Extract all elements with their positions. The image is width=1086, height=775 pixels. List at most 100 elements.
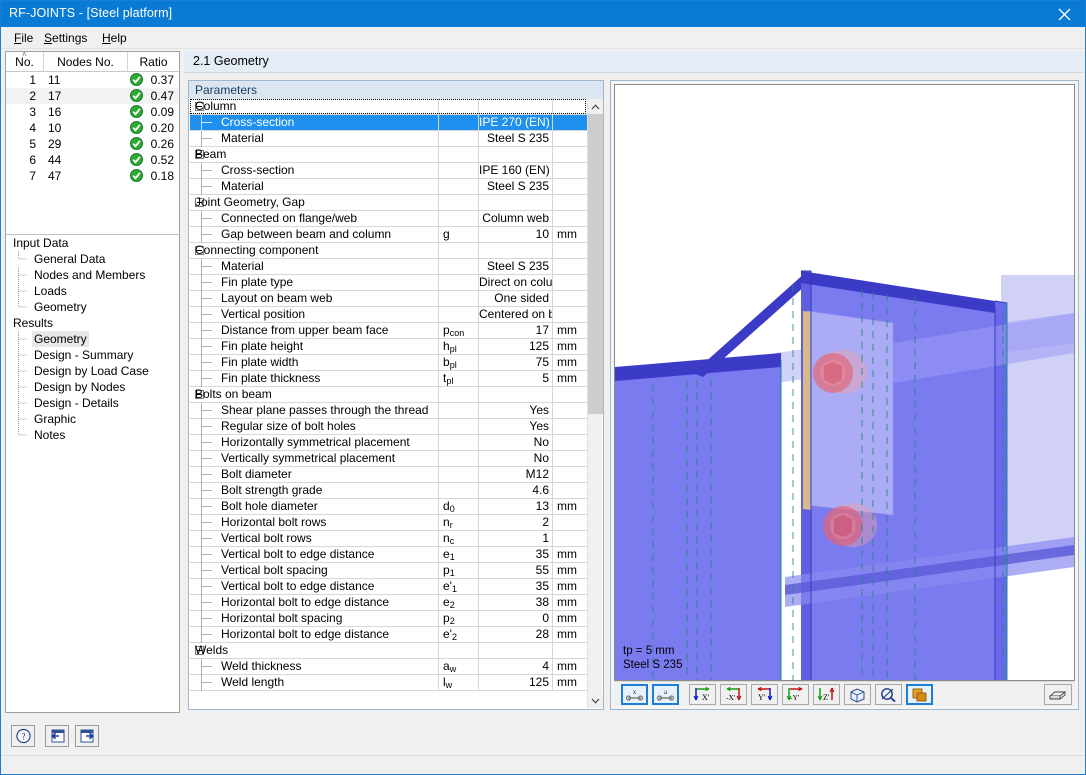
parameters-scrollbar[interactable] xyxy=(587,99,603,708)
tree-item-results[interactable]: Results xyxy=(6,315,179,331)
right-panel: 2.1 Geometry Parameters Column Cross-sect… xyxy=(184,51,1083,713)
view-negative-x-axis-button[interactable]: -X' xyxy=(720,684,747,705)
parameter-row[interactable]: Distance from upper beam face pcon 17 mm xyxy=(190,323,587,339)
table-row[interactable]: 7 47 0.18 xyxy=(6,168,179,184)
table-row[interactable]: 1 11 0.37 xyxy=(6,72,179,88)
show-dimension-a-button[interactable]: a xyxy=(652,684,679,705)
parameter-symbol xyxy=(439,467,479,482)
next-button[interactable] xyxy=(75,725,99,747)
parameter-group-row[interactable]: Welds xyxy=(190,643,587,659)
parameter-row[interactable]: Fin plate thickness tpl 5 mm xyxy=(190,371,587,387)
column-header-ratio[interactable]: Ratio xyxy=(128,52,179,71)
parameter-row[interactable]: Bolt strength grade 4.6 xyxy=(190,483,587,499)
show-dimension-x-button[interactable]: x xyxy=(621,684,648,705)
parameter-row[interactable]: Material Steel S 235 xyxy=(190,259,587,275)
parameter-name: Beam xyxy=(190,147,439,162)
status-ok-icon xyxy=(130,137,143,150)
cell-node: 16 xyxy=(48,105,62,119)
tree-item-general-data[interactable]: General Data xyxy=(6,251,179,267)
print-button[interactable] xyxy=(1044,684,1072,705)
tree-item-design-summary[interactable]: Design - Summary xyxy=(6,347,179,363)
parameter-group-row[interactable]: Joint Geometry, Gap xyxy=(190,195,587,211)
parameter-row[interactable]: Horizontal bolt to edge distance e2 38 mm xyxy=(190,595,587,611)
parameter-group-row[interactable]: Beam xyxy=(190,147,587,163)
isometric-view-button[interactable] xyxy=(844,684,871,705)
parameter-symbol xyxy=(439,307,479,322)
cell-node: 47 xyxy=(48,169,62,183)
parameter-row[interactable]: Vertical bolt spacing p1 55 mm xyxy=(190,563,587,579)
help-button[interactable]: ? xyxy=(11,725,35,747)
graphics-viewport[interactable]: tp = 5 mm Steel S 235 xyxy=(614,84,1075,681)
view-x-axis-button[interactable]: X' xyxy=(689,684,716,705)
parameter-row[interactable]: Shear plane passes through the thread Yes xyxy=(190,403,587,419)
zoom-all-button[interactable] xyxy=(875,684,902,705)
parameter-row[interactable]: Gap between beam and column g 10 mm xyxy=(190,227,587,243)
parameter-group-row[interactable]: Connecting component xyxy=(190,243,587,259)
scroll-up-button[interactable] xyxy=(588,99,603,114)
parameter-name: Bolt hole diameter xyxy=(190,499,439,514)
scroll-down-button[interactable] xyxy=(588,693,603,708)
view-z-axis-button[interactable]: Z' xyxy=(813,684,840,705)
scrollbar-thumb[interactable] xyxy=(588,114,603,414)
parameters-table[interactable]: Column Cross-section IPE 270 (EN) Material S… xyxy=(190,99,602,708)
svg-text:?: ? xyxy=(21,732,25,742)
tree-item-notes[interactable]: Notes xyxy=(6,427,179,443)
table-row[interactable]: 3 16 0.09 xyxy=(6,104,179,120)
parameter-row[interactable]: Layout on beam web One sided xyxy=(190,291,587,307)
parameter-row[interactable]: Cross-section IPE 160 (EN) xyxy=(190,163,587,179)
parameter-row[interactable]: Fin plate type Direct on colu xyxy=(190,275,587,291)
parameter-row[interactable]: Vertical bolt to edge distance e'1 35 mm xyxy=(190,579,587,595)
tree-item-loads[interactable]: Loads xyxy=(6,283,179,299)
close-button[interactable] xyxy=(1041,1,1085,27)
parameter-row[interactable]: Material Steel S 235 xyxy=(190,179,587,195)
parameter-row[interactable]: Regular size of bolt holes Yes xyxy=(190,419,587,435)
menu-help[interactable]: Help xyxy=(95,30,134,47)
table-row[interactable]: 4 10 0.20 xyxy=(6,120,179,136)
tree-item-geometry-results[interactable]: Geometry xyxy=(6,331,179,347)
column-header-nodes-no[interactable]: Nodes No. xyxy=(44,52,128,71)
parameter-row[interactable]: Vertical bolt to edge distance e1 35 mm xyxy=(190,547,587,563)
parameter-row[interactable]: Bolt diameter M12 xyxy=(190,467,587,483)
menu-settings[interactable]: Settings xyxy=(37,30,94,47)
parameter-group-row[interactable]: Column xyxy=(190,99,587,115)
tree-item-design-details[interactable]: Design - Details xyxy=(6,395,179,411)
parameter-row[interactable]: Fin plate height hpl 125 mm xyxy=(190,339,587,355)
parameter-row[interactable]: Vertical position Centered on b xyxy=(190,307,587,323)
parameter-row[interactable]: Fin plate width bpl 75 mm xyxy=(190,355,587,371)
parameter-row[interactable]: Weld thickness aw 4 mm xyxy=(190,659,587,675)
tree-item-design-by-load-case[interactable]: Design by Load Case xyxy=(6,363,179,379)
table-row[interactable]: 2 17 0.47 xyxy=(6,88,179,104)
render-mode-button[interactable] xyxy=(906,684,933,705)
view-negative-y-axis-button[interactable]: -Y' xyxy=(782,684,809,705)
tree-item-graphic[interactable]: Graphic xyxy=(6,411,179,427)
status-ok-icon xyxy=(130,121,143,134)
parameter-group-row[interactable]: Bolts on beam xyxy=(190,387,587,403)
parameter-row[interactable]: Cross-section IPE 270 (EN) xyxy=(190,115,587,131)
tree-item-nodes-and-members[interactable]: Nodes and Members xyxy=(6,267,179,283)
parameter-row[interactable]: Connected on flange/web Column web xyxy=(190,211,587,227)
parameter-row[interactable]: Horizontal bolt rows nr 2 xyxy=(190,515,587,531)
parameter-row[interactable]: Horizontal bolt to edge distance e'2 28 mm xyxy=(190,627,587,643)
cell-ratio: 0.52 xyxy=(128,152,179,168)
table-row[interactable]: 6 44 0.52 xyxy=(6,152,179,168)
parameter-row[interactable]: Vertically symmetrical placement No xyxy=(190,451,587,467)
parameter-row[interactable]: Bolt hole diameter d0 13 mm xyxy=(190,499,587,515)
parameter-unit xyxy=(553,131,587,146)
left-panel: ˄ No. Nodes No. Ratio 1 11 0.37 2 17 0.4… xyxy=(5,51,180,713)
parameter-row[interactable]: Weld length lw 125 mm xyxy=(190,675,587,691)
parameter-row[interactable]: Horizontally symmetrical placement No xyxy=(190,435,587,451)
parameter-row[interactable]: Horizontal bolt spacing p2 0 mm xyxy=(190,611,587,627)
column-header-no[interactable]: ˄ No. xyxy=(6,51,44,71)
parameter-row[interactable]: Material Steel S 235 xyxy=(190,131,587,147)
parameter-unit xyxy=(553,259,587,274)
cell-ratio: 0.18 xyxy=(128,168,179,184)
parameter-value: Centered on b xyxy=(479,307,553,322)
table-row[interactable]: 5 29 0.26 xyxy=(6,136,179,152)
tree-item-geometry-input[interactable]: Geometry xyxy=(6,299,179,315)
tree-item-input-data[interactable]: Input Data xyxy=(6,235,179,251)
parameter-row[interactable]: Vertical bolt rows nc 1 xyxy=(190,531,587,547)
view-y-axis-button[interactable]: Y' xyxy=(751,684,778,705)
tree-item-design-by-nodes[interactable]: Design by Nodes xyxy=(6,379,179,395)
previous-button[interactable] xyxy=(45,725,69,747)
menu-file[interactable]: FFileile xyxy=(7,30,40,47)
